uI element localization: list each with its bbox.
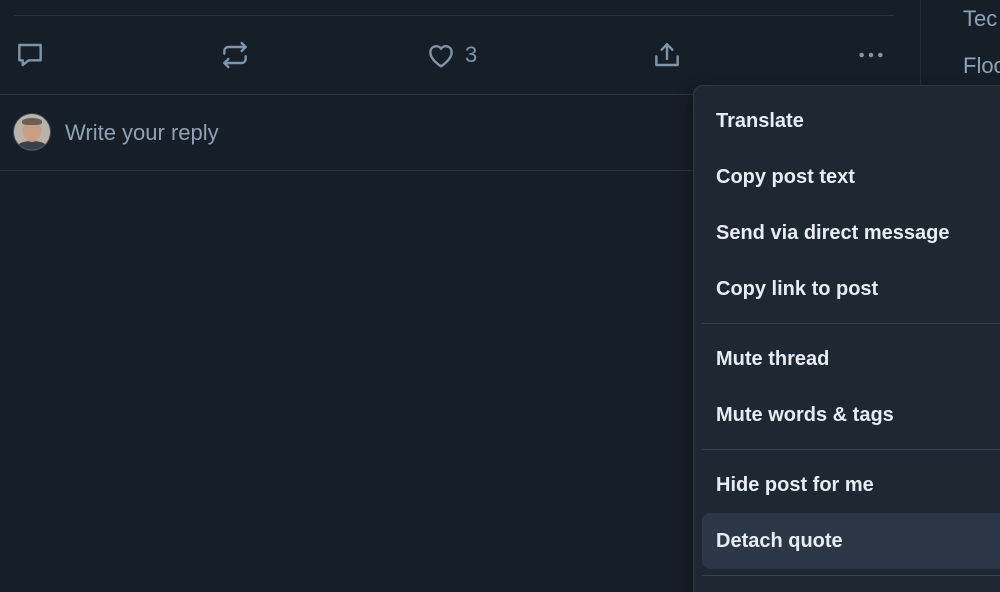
like-count: 3 [465,42,478,67]
more-options-button[interactable] [855,28,887,82]
heart-icon [425,39,457,71]
post-thread-view: Tec Floo 3 Write your reply Translate Co… [0,0,1000,592]
menu-item-copy-post-text[interactable]: Copy post text [702,149,1000,205]
avatar[interactable] [13,113,51,151]
share-button[interactable] [651,28,683,82]
menu-item-detach-quote[interactable]: Detach quote [702,513,1000,569]
menu-separator [702,449,1000,450]
menu-item-send-direct-message[interactable]: Send via direct message [702,205,1000,261]
menu-item-translate[interactable]: Translate [702,93,1000,149]
menu-item-mute-thread[interactable]: Mute thread [702,331,1000,387]
post-options-menu: Translate Copy post text Send via direct… [693,85,1000,592]
like-button[interactable]: 3 [425,28,477,82]
menu-item-copy-link[interactable]: Copy link to post [702,261,1000,317]
trending-item[interactable]: Floo [963,53,1000,79]
share-upload-icon [651,39,683,71]
comment-bubble-icon [14,39,46,71]
reply-button[interactable] [14,28,46,82]
divider [14,15,894,16]
repost-button[interactable] [219,28,251,82]
reply-input[interactable] [63,117,667,149]
menu-separator [702,575,1000,576]
menu-separator [702,323,1000,324]
repost-arrows-icon [219,39,251,71]
more-horizontal-icon [855,39,887,71]
menu-item-hide-post[interactable]: Hide post for me [702,457,1000,513]
menu-item-mute-words[interactable]: Mute words & tags [702,387,1000,443]
post-action-bar: 3 [0,28,920,82]
trending-item[interactable]: Tec [963,6,997,32]
